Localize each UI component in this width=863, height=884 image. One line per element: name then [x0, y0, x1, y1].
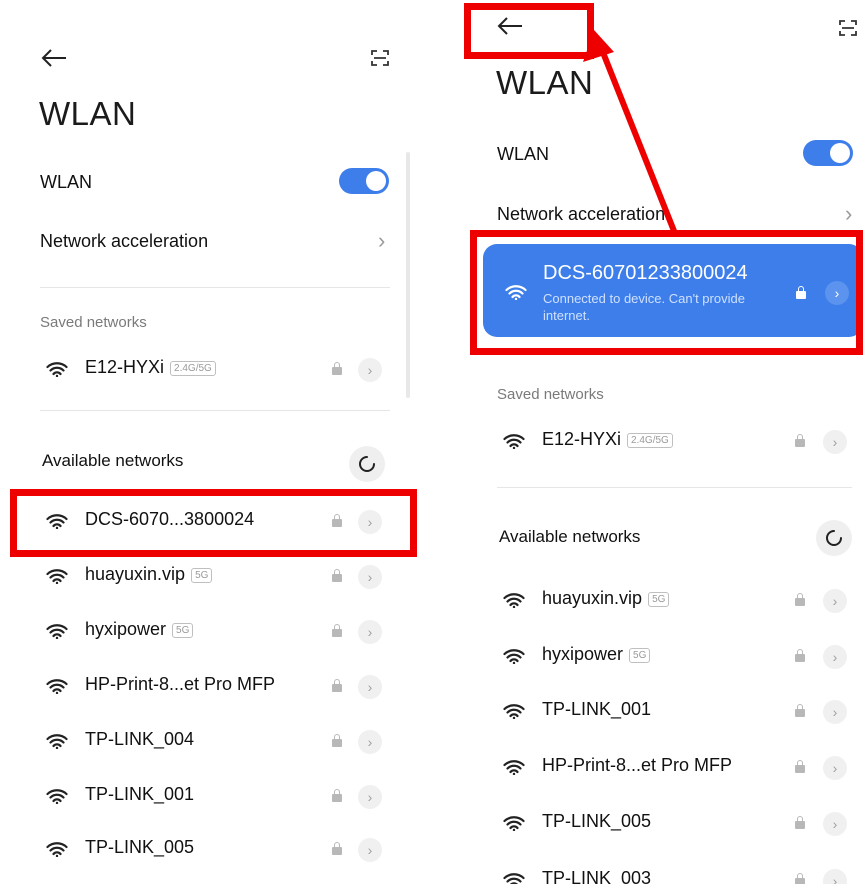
lock-icon	[332, 789, 342, 802]
wifi-icon	[46, 842, 68, 857]
available-network-item[interactable]: huayuxin.vip 5G ›	[40, 562, 390, 592]
annotation-arrow	[583, 30, 679, 238]
chevron-right-icon[interactable]: ›	[358, 838, 382, 862]
network-ssid: TP-LINK_001	[85, 784, 195, 804]
wifi-icon	[46, 734, 68, 749]
wifi-icon	[46, 569, 68, 584]
chevron-right-icon[interactable]: ›	[358, 785, 382, 809]
refresh-icon	[359, 456, 375, 472]
wifi-icon	[46, 362, 68, 377]
network-ssid: TP-LINK_004	[85, 729, 195, 749]
saved-network-item[interactable]: E12-HYXi 2.4G/5G ›	[40, 355, 390, 385]
divider	[40, 287, 390, 288]
chevron-right-icon[interactable]: ›	[358, 675, 382, 699]
network-ssid: huayuxin.vip	[85, 564, 186, 584]
left-screenshot: WLAN WLAN Network acceleration › Saved n…	[0, 0, 430, 884]
divider	[40, 410, 390, 411]
wifi-icon	[46, 789, 68, 804]
saved-networks-header: Saved networks	[40, 314, 147, 331]
available-network-item[interactable]: TP-LINK_004 ›	[40, 727, 390, 757]
scan-icon[interactable]	[370, 48, 390, 68]
available-networks-header: Available networks	[42, 451, 184, 470]
wlan-label: WLAN	[40, 172, 93, 192]
page-title: WLAN	[39, 95, 137, 132]
lock-icon	[332, 842, 342, 855]
network-acceleration-item[interactable]: Network acceleration	[40, 231, 208, 252]
lock-icon	[332, 624, 342, 637]
lock-icon	[332, 362, 342, 375]
chevron-right-icon[interactable]: ›	[358, 358, 382, 382]
network-ssid: hyxipower	[85, 619, 167, 639]
wlan-toggle[interactable]	[339, 168, 389, 194]
network-ssid: E12-HYXi	[85, 357, 165, 377]
band-badge: 2.4G/5G	[170, 361, 216, 376]
network-ssid: HP-Print-8...et Pro MFP	[85, 674, 276, 694]
scrollbar[interactable]	[406, 152, 410, 398]
highlight-box-dcs-network	[10, 489, 417, 557]
band-badge: 5G	[191, 568, 213, 583]
back-arrow-icon[interactable]	[40, 48, 68, 68]
network-ssid: TP-LINK_005	[85, 837, 195, 857]
chevron-right-icon: ›	[378, 228, 386, 253]
chevron-right-icon[interactable]: ›	[358, 620, 382, 644]
available-network-item[interactable]: TP-LINK_005 ›	[40, 835, 390, 865]
chevron-right-icon[interactable]: ›	[358, 565, 382, 589]
wifi-icon	[46, 679, 68, 694]
refresh-button[interactable]	[349, 446, 385, 482]
wifi-icon	[46, 624, 68, 639]
available-network-item[interactable]: TP-LINK_001 ›	[40, 782, 390, 812]
lock-icon	[332, 569, 342, 582]
available-network-item[interactable]: hyxipower 5G ›	[40, 617, 390, 647]
lock-icon	[332, 679, 342, 692]
lock-icon	[332, 734, 342, 747]
chevron-right-icon[interactable]: ›	[358, 730, 382, 754]
band-badge: 5G	[172, 623, 194, 638]
right-screenshot: WLAN WLAN Network acceleration › DCS-607…	[456, 0, 863, 884]
available-network-item[interactable]: HP-Print-8...et Pro MFP ›	[40, 672, 390, 702]
